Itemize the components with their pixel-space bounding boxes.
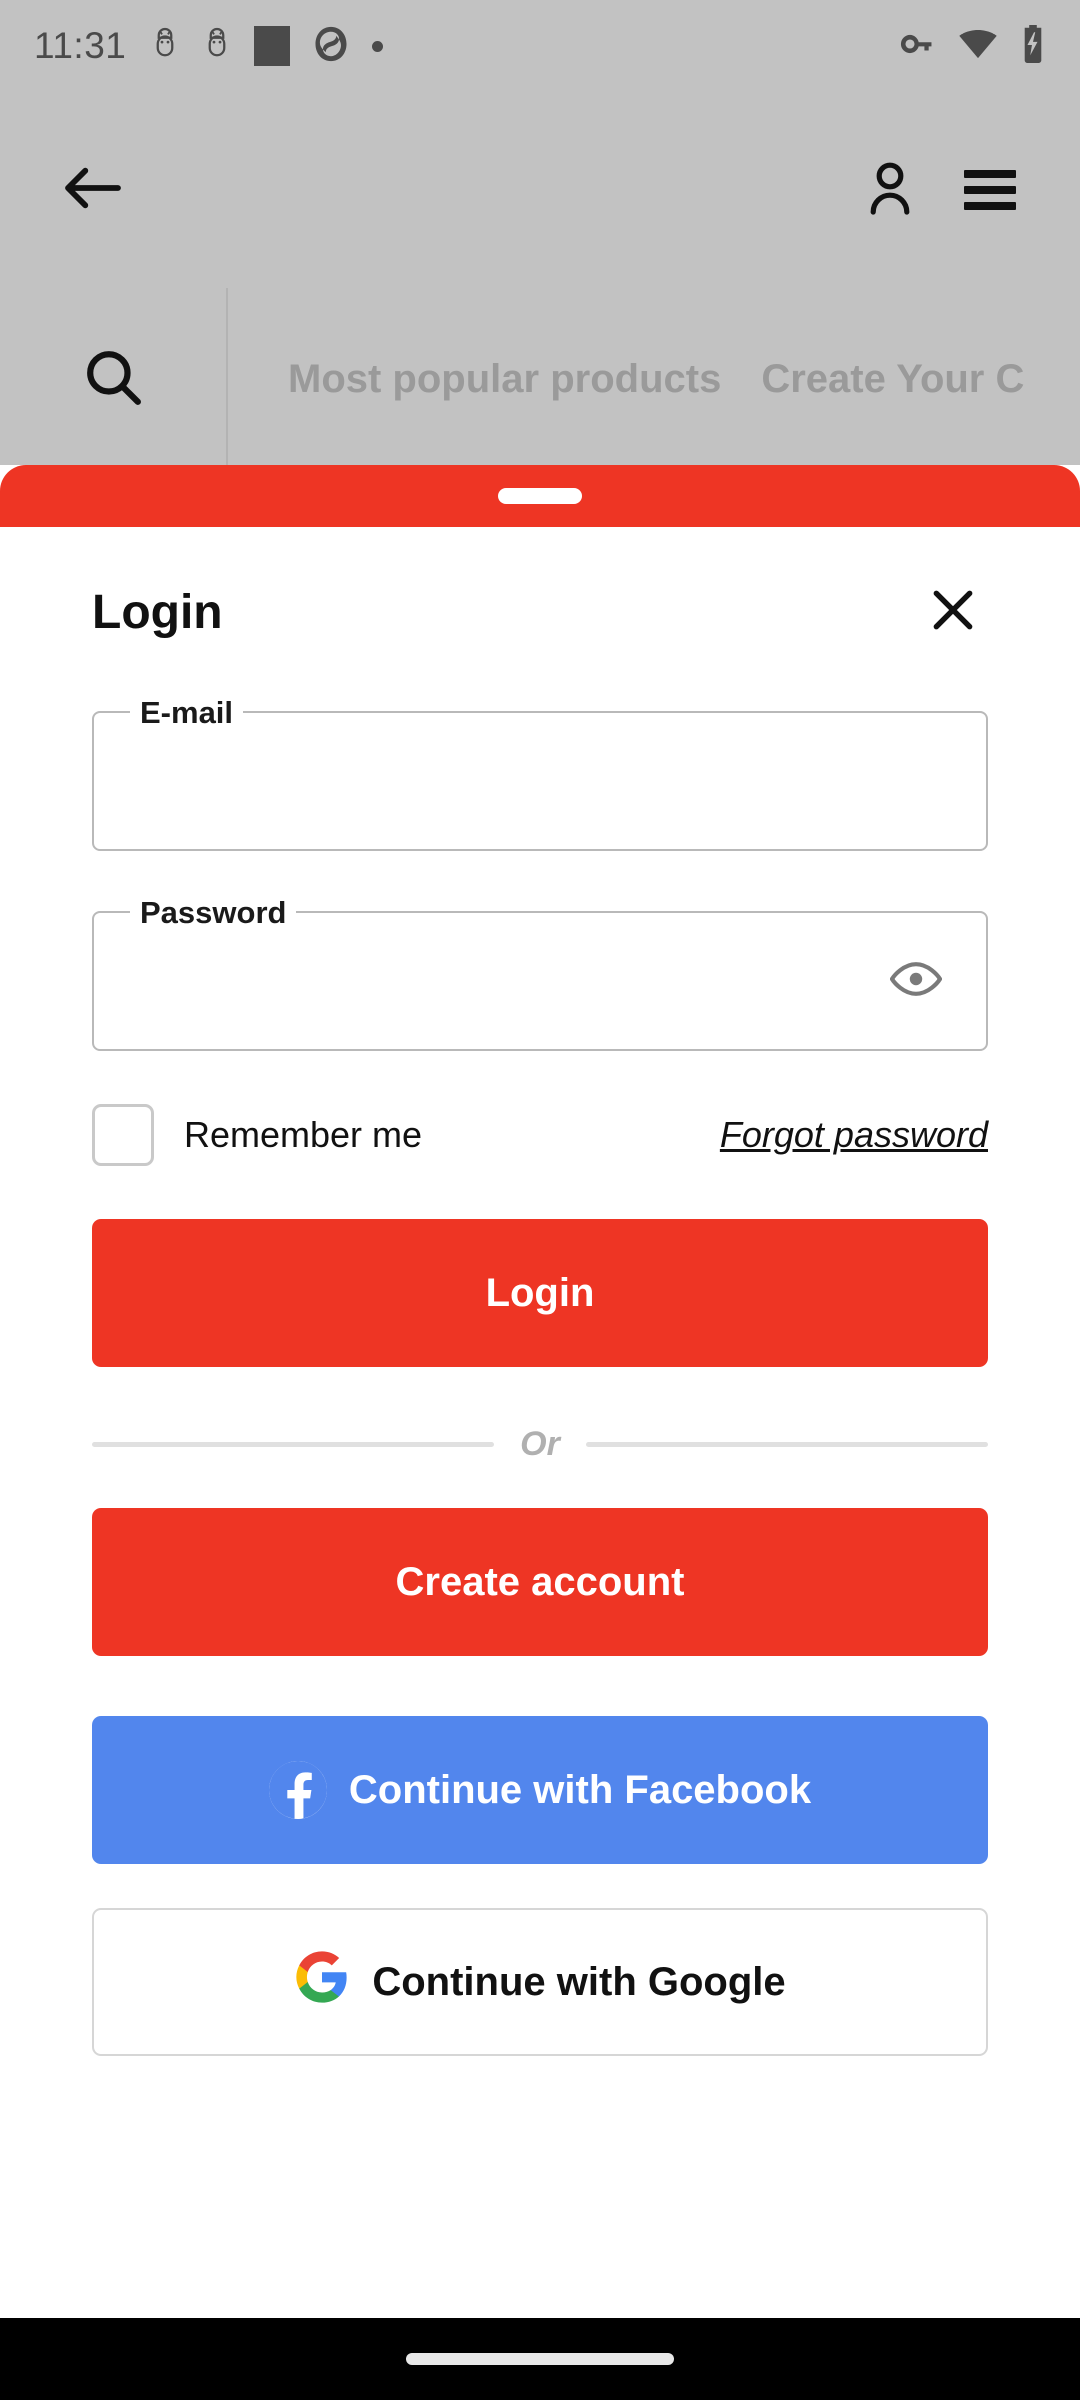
divider-label: Or — [520, 1425, 560, 1463]
remember-me-checkbox[interactable] — [92, 1104, 154, 1166]
android-bug-icon — [150, 27, 180, 66]
hamburger-menu-icon[interactable] — [964, 170, 1016, 210]
battery-charging-icon — [1020, 24, 1046, 68]
email-input[interactable] — [122, 761, 958, 801]
vpn-key-icon — [896, 31, 936, 62]
login-button-label: Login — [485, 1270, 595, 1315]
square-icon — [254, 26, 291, 66]
continue-with-google-label: Continue with Google — [372, 1959, 786, 2004]
tab-create-your-c[interactable]: Create Your C — [761, 357, 1024, 402]
close-icon — [928, 585, 978, 640]
page-title: Login — [92, 585, 223, 639]
close-button[interactable] — [918, 577, 988, 647]
create-account-button[interactable]: Create account — [92, 1508, 988, 1656]
login-button[interactable]: Login — [92, 1219, 988, 1367]
forgot-password-link[interactable]: Forgot password — [720, 1114, 988, 1156]
login-bottom-sheet: Login E-mail Password Remember me Forgot… — [0, 465, 1080, 2335]
create-account-button-label: Create account — [395, 1559, 685, 1604]
continue-with-facebook-label: Continue with Facebook — [348, 1767, 812, 1812]
email-field-label: E-mail — [130, 696, 244, 730]
search-icon — [84, 348, 142, 411]
status-bar-clock: 11:31 — [34, 25, 127, 66]
screen: 11:31 Most popular products Create Your … — [0, 0, 1080, 2400]
app-bar-actions — [864, 160, 1016, 221]
person-icon[interactable] — [864, 160, 916, 221]
status-bar-left: 11:31 — [34, 24, 384, 69]
password-field-label: Password — [130, 896, 297, 930]
eye-icon — [889, 961, 943, 1002]
wifi-icon — [958, 29, 998, 64]
status-bar: 11:31 — [0, 0, 1080, 92]
remember-me-label: Remember me — [184, 1114, 423, 1155]
status-bar-right — [896, 24, 1046, 68]
dot-icon — [372, 40, 384, 52]
drag-handle[interactable] — [498, 488, 582, 504]
divider-line-right — [585, 1442, 988, 1447]
tab-most-popular-products[interactable]: Most popular products — [288, 357, 721, 402]
android-bug-icon — [202, 27, 232, 66]
sheet-content: Login E-mail Password Remember me Forgot… — [0, 527, 1080, 2056]
remember-row: Remember me Forgot password — [92, 1095, 988, 1175]
password-visibility-toggle[interactable] — [880, 945, 952, 1017]
password-field[interactable]: Password — [92, 896, 988, 1051]
continue-with-facebook-button[interactable]: Continue with Facebook — [92, 1716, 988, 1864]
divider-line-left — [92, 1442, 495, 1447]
back-arrow-icon[interactable] — [64, 163, 122, 218]
search-button[interactable] — [0, 288, 228, 470]
email-field[interactable]: E-mail — [92, 696, 988, 851]
search-and-tabs-strip: Most popular products Create Your C — [0, 288, 1080, 470]
status-bar-notification-icons — [150, 24, 384, 69]
home-gesture-pill[interactable] — [406, 2353, 674, 2365]
google-icon — [294, 1949, 350, 2015]
background-app: 11:31 Most popular products Create Your … — [0, 0, 1080, 470]
app-bar — [0, 92, 1080, 288]
continue-with-google-button[interactable]: Continue with Google — [92, 1908, 988, 2056]
system-navigation-bar — [0, 2318, 1080, 2400]
facebook-icon — [268, 1761, 327, 1819]
category-tabs[interactable]: Most popular products Create Your C — [228, 288, 1080, 470]
aperture-icon — [312, 24, 350, 69]
or-divider: Or — [92, 1425, 988, 1464]
sheet-header: Login — [92, 527, 988, 697]
sheet-drag-area[interactable] — [0, 465, 1080, 527]
password-input[interactable] — [122, 961, 880, 1001]
